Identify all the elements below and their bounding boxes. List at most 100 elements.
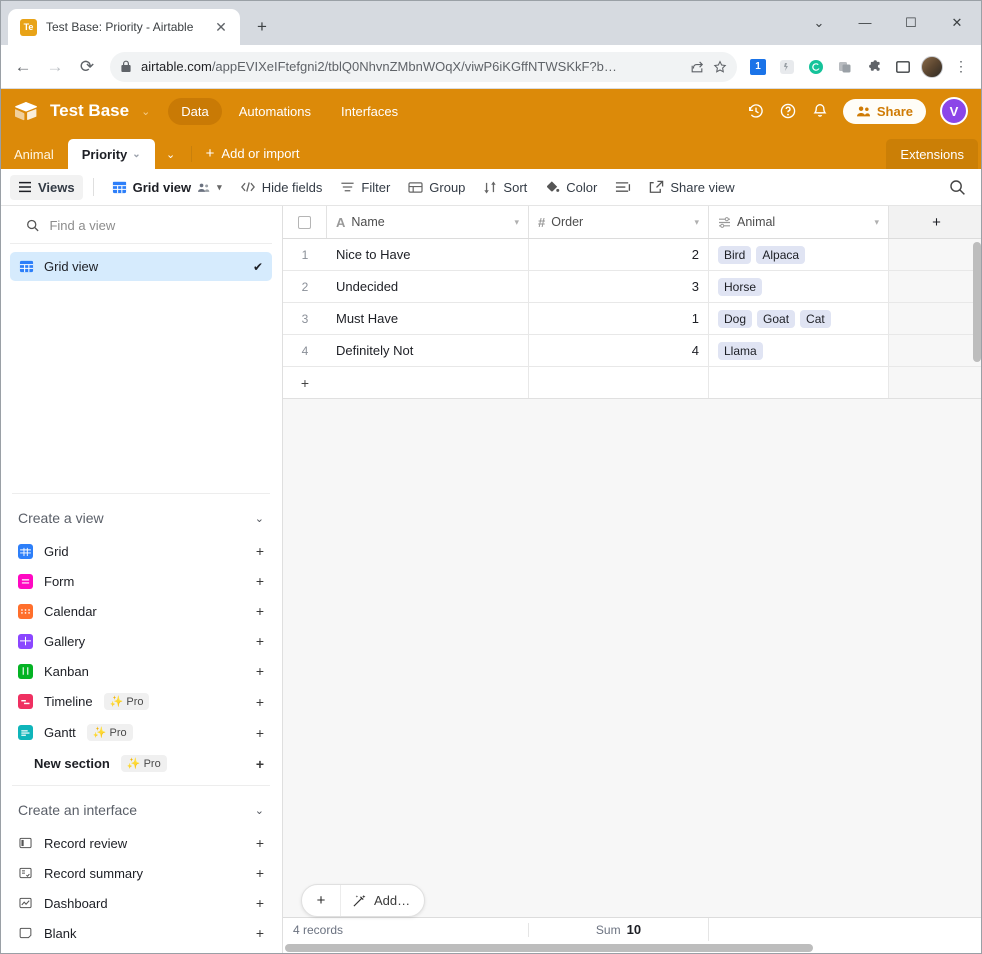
bell-icon[interactable] [811, 102, 829, 120]
create-interface-record-review[interactable]: Record review + [12, 828, 270, 858]
plus-icon[interactable]: + [256, 694, 264, 710]
share-view-button[interactable]: Share view [641, 175, 742, 200]
create-view-grid[interactable]: Grid + [12, 536, 270, 566]
linked-record-tag[interactable]: Alpaca [756, 245, 806, 264]
table-row[interactable]: 2 Undecided 3 Horse [283, 271, 982, 303]
create-view-kanban[interactable]: Kanban + [12, 656, 270, 686]
column-header-animal[interactable]: Animal ▾ [709, 206, 889, 238]
plus-icon[interactable]: + [256, 543, 264, 559]
search-button[interactable] [941, 174, 972, 201]
table-tab-animal[interactable]: Animal [0, 139, 68, 169]
linked-record-tag[interactable]: Goat [757, 309, 796, 328]
grid-view-button[interactable]: Grid view ▾ [104, 175, 230, 200]
table-row[interactable]: 1 Nice to Have 2 Bird Alpaca [283, 239, 982, 271]
row-height-button[interactable] [607, 176, 639, 199]
views-button[interactable]: Views [10, 174, 83, 200]
plus-icon[interactable]: + [256, 573, 264, 589]
table-row[interactable]: 4 Definitely Not 4 Llama [283, 335, 982, 367]
address-bar[interactable]: airtable.com/appEVIXeIFtefgni2/tblQ0Nhvn… [110, 51, 737, 82]
cell-animal[interactable]: Bird Alpaca [709, 239, 889, 270]
user-avatar[interactable]: V [940, 97, 968, 125]
create-view-calendar[interactable]: Calendar + [12, 596, 270, 626]
create-a-view-header[interactable]: Create a view ⌄ [12, 506, 270, 536]
find-view-input[interactable] [49, 218, 256, 233]
cell-animal[interactable]: Dog Goat Cat [709, 303, 889, 334]
filter-button[interactable]: Filter [332, 175, 398, 200]
puzzle-icon[interactable] [861, 54, 887, 80]
plus-icon[interactable]: + [256, 603, 264, 619]
plus-icon[interactable]: + [256, 663, 264, 679]
plus-icon[interactable]: + [256, 725, 264, 741]
browser-tab[interactable]: Te Test Base: Priority - Airtable ✕ [8, 9, 240, 45]
cell-animal[interactable]: Llama [709, 335, 889, 366]
star-icon[interactable] [713, 59, 727, 74]
table-tabs-overflow-caret[interactable]: ⌄ [155, 139, 187, 169]
add-field-button[interactable]: + [889, 206, 982, 238]
order-summary[interactable]: Sum 10 [529, 918, 709, 941]
find-view-field[interactable] [10, 206, 272, 244]
chevron-down-icon[interactable]: ▾ [694, 217, 699, 228]
chevron-down-icon[interactable]: ⌄ [255, 804, 264, 817]
extensions-tab[interactable]: Extensions [886, 139, 978, 169]
reload-icon[interactable]: ⟳ [72, 52, 102, 82]
create-interface-blank[interactable]: Blank + [12, 918, 270, 948]
chevron-down-icon[interactable]: ⌄ [132, 149, 140, 160]
chevron-down-icon[interactable]: ⌄ [255, 512, 264, 525]
cell-name[interactable]: Undecided [327, 271, 529, 302]
table-tab-priority[interactable]: Priority ⌄ [67, 139, 155, 169]
create-view-timeline[interactable]: Timeline ✨ Pro + [12, 686, 270, 717]
help-icon[interactable] [779, 102, 797, 120]
horizontal-scrollbar-thumb[interactable] [285, 943, 814, 952]
horizontal-scrollbar[interactable] [283, 941, 982, 954]
airtable-logo[interactable] [14, 101, 38, 121]
hide-fields-button[interactable]: Hide fields [232, 175, 331, 200]
grammarly-icon[interactable] [803, 54, 829, 80]
cell-name[interactable]: Must Have [327, 303, 529, 334]
create-view-gallery[interactable]: Gallery + [12, 626, 270, 656]
create-new-section[interactable]: New section ✨ Pro + [12, 748, 270, 779]
cell-order[interactable]: 4 [529, 335, 709, 366]
create-view-gantt[interactable]: Gantt ✨ Pro + [12, 717, 270, 748]
close-icon[interactable]: ✕ [212, 18, 230, 36]
table-row[interactable]: 3 Must Have 1 Dog Goat Cat [283, 303, 982, 335]
window-close-icon[interactable]: ✕ [934, 0, 980, 45]
create-interface-record-summary[interactable]: Record summary + [12, 858, 270, 888]
sidepanel-icon[interactable] [890, 54, 916, 80]
sidebar-item-grid-view[interactable]: Grid view ✔ [10, 252, 272, 281]
forward-icon[interactable]: → [40, 52, 70, 82]
extension-badge-icon[interactable]: 1 [745, 54, 771, 80]
maximize-icon[interactable]: ☐ [888, 0, 934, 45]
plus-icon[interactable]: + [256, 835, 264, 851]
plus-icon[interactable]: + [256, 895, 264, 911]
linked-record-tag[interactable]: Cat [800, 309, 831, 328]
linked-record-tag[interactable]: Horse [718, 277, 763, 296]
share-icon[interactable] [690, 60, 704, 74]
cell-order[interactable]: 1 [529, 303, 709, 334]
select-all-checkbox[interactable] [298, 215, 311, 229]
cell-order[interactable]: 3 [529, 271, 709, 302]
add-record-button[interactable]: + [302, 885, 340, 916]
column-header-name[interactable]: A Name ▾ [327, 206, 529, 238]
nav-item-interfaces[interactable]: Interfaces [328, 98, 411, 125]
cell-name[interactable]: Nice to Have [327, 239, 529, 270]
lastpass-icon[interactable] [774, 54, 800, 80]
create-view-form[interactable]: Form + [12, 566, 270, 596]
create-interface-dashboard[interactable]: Dashboard + [12, 888, 270, 918]
cell-name[interactable]: Definitely Not [327, 335, 529, 366]
add-row-button[interactable]: + [283, 367, 982, 399]
chevron-down-icon[interactable]: ⌄ [141, 105, 150, 118]
add-with-ai-button[interactable]: Add… [341, 885, 424, 916]
kebab-menu-icon[interactable]: ⋮ [948, 54, 974, 80]
add-or-import-button[interactable]: + Add or import [196, 145, 310, 169]
back-icon[interactable]: ← [8, 52, 38, 82]
chevron-down-icon[interactable]: ▾ [514, 217, 519, 228]
vertical-scrollbar[interactable] [973, 242, 981, 362]
copy-icon[interactable] [832, 54, 858, 80]
plus-icon[interactable]: + [256, 925, 264, 941]
plus-icon[interactable]: + [256, 633, 264, 649]
color-button[interactable]: Color [537, 175, 605, 200]
linked-record-tag[interactable]: Dog [718, 309, 753, 328]
avatar[interactable] [919, 54, 945, 80]
linked-record-tag[interactable]: Bird [718, 245, 752, 264]
share-button[interactable]: Share [842, 98, 926, 124]
